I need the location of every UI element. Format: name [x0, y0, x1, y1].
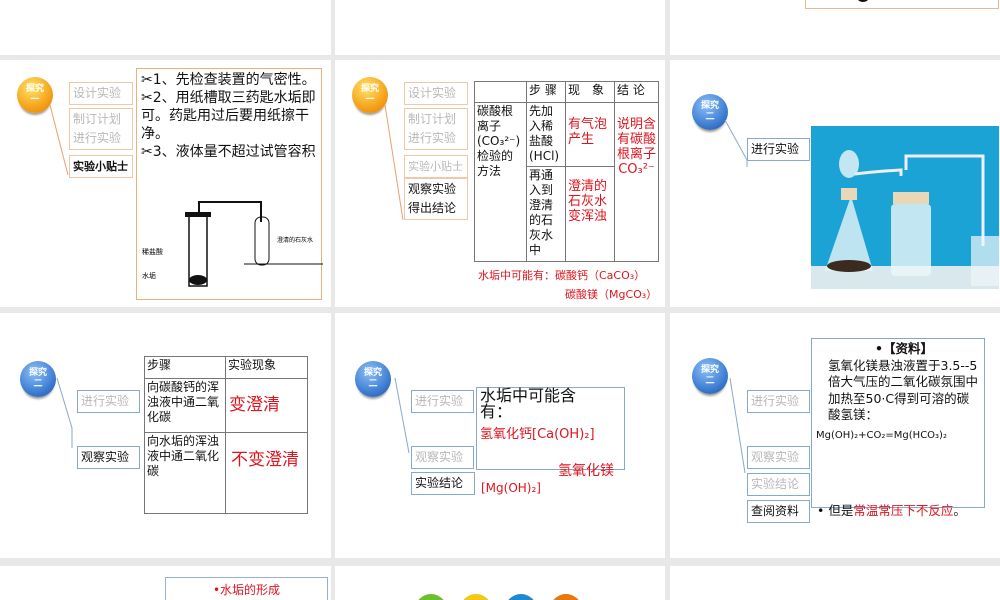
- nav-plan[interactable]: 制订计划 进行实验: [404, 108, 468, 150]
- blue-circle-icon: [505, 594, 537, 600]
- research-body: 氢氧化镁悬浊液置于3.5--5倍大气压的二氧化碳氛围中加热至50·C得到可溶的碳…: [828, 357, 979, 423]
- nav-research[interactable]: 查阅资料: [747, 500, 810, 523]
- conclusion-item-1: 氢氧化钙[Ca(OH)₂]: [480, 427, 595, 442]
- nav-conclude-label: 得出结论: [408, 201, 457, 215]
- conclusion-box: 水垢中可能含有： 氢氧化钙[Ca(OH)₂]: [476, 387, 625, 470]
- badge-num: 二: [368, 379, 378, 389]
- slide-thumb-observe[interactable]: 探究二 进行实验 观察实验 步骤 实验现象 向碳酸钙的浑浊液中通二氧化碳 变澄清 向…: [0, 313, 331, 558]
- conclusion-title: 水垢中可能含有：: [480, 386, 577, 421]
- nav-tips[interactable]: 实验小贴士: [69, 155, 133, 178]
- badge-text: 探究: [25, 84, 44, 94]
- slide-thumb-photo[interactable]: 探究二 进行实验: [670, 60, 1000, 307]
- nav-observe[interactable]: 观察实验: [77, 446, 140, 469]
- nav-plan-label: 制订计划: [408, 112, 457, 126]
- slide-thumb-1[interactable]: [0, 0, 331, 55]
- nav-plan-label: 制订计划: [73, 112, 122, 126]
- carbonate-table: 步 骤现 象结 论 碳酸根离子(CO₃²⁻)检验的方法 先加入稀盐酸(HCl) 有气…: [474, 81, 659, 262]
- table-cell: 不变澄清: [225, 432, 308, 514]
- nav-conduct-label: 进行实验: [73, 131, 122, 145]
- conclusion-cell: 说明含有碳酸根离子CO₃²⁻: [614, 102, 659, 262]
- step-cell: 先加入稀盐酸(HCl): [526, 102, 566, 167]
- observe-table: 步骤 实验现象 向碳酸钙的浑浊液中通二氧化碳 变澄清 向水垢的浑浊液中通二氧化碳 不变…: [144, 356, 308, 514]
- nav-observe[interactable]: 观察实验: [411, 446, 474, 469]
- observation-cell: 澄清的石灰水变浑浊: [565, 166, 615, 262]
- badge-text: 探究: [360, 84, 379, 94]
- nav-observe[interactable]: 观察实验: [747, 446, 810, 469]
- conclusion-item-2: 氢氧化镁: [558, 463, 614, 479]
- research-equation: Mg(OH)₂+CO₂=Mg(HCO₃)₂: [816, 429, 947, 441]
- tip-2: ✂2、用纸槽取三药匙水垢即可。药匙用过后要用纸擦干净。: [141, 90, 316, 142]
- label-limewater: 澄清的石灰水: [277, 236, 313, 244]
- badge-text: 探究: [700, 101, 719, 111]
- label-scale: 水垢: [142, 271, 156, 280]
- slide-thumb-tips[interactable]: 探究一 设计实验 制订计划进行实验 实验小贴士 ✂1、先检查装置的气密性。 ✂2…: [0, 60, 331, 307]
- note-highlight: 常温常压下不反应: [853, 503, 954, 518]
- note-end: 。: [953, 503, 966, 518]
- green-circle-icon: [415, 594, 447, 600]
- nav-tips[interactable]: 实验小贴士: [404, 155, 468, 178]
- yellow-circle-icon: [460, 594, 492, 600]
- research-note: • 但是常温常压下不反应。: [817, 503, 966, 518]
- table-header: 结 论: [614, 81, 659, 103]
- table-header: 步 骤: [526, 81, 566, 103]
- nav-conduct[interactable]: 进行实验: [411, 390, 474, 413]
- nav-observe-label: 观察实验: [408, 182, 457, 196]
- nav-design[interactable]: 设计实验: [404, 82, 468, 105]
- tip-3: ✂3、液体量不超过试管容积: [141, 144, 316, 160]
- table-header: 现 象: [565, 81, 615, 103]
- content-box: [805, 0, 999, 9]
- table-cell: 向水垢的浑浊液中通二氧化碳: [144, 432, 226, 514]
- apparatus-diagram: 稀盐酸 水垢 澄清的石灰水: [142, 201, 323, 287]
- tip-1: ✂1、先检查装置的气密性。: [141, 72, 316, 88]
- note-line-1: 水垢中可能有：碳酸钙（CaCO₃）: [478, 269, 646, 282]
- slide-thumb-blank[interactable]: [670, 566, 1000, 600]
- label-acid: 稀盐酸: [142, 247, 163, 256]
- nav-conduct-label: 进行实验: [408, 131, 457, 145]
- slide-thumb-carbonate[interactable]: 探究一 设计实验 制订计划进行实验 实验小贴士 观察实验得出结论 步 骤现 象结…: [335, 60, 665, 307]
- slide-thumb-3[interactable]: [670, 0, 1000, 55]
- badge-num: 一: [30, 95, 40, 105]
- note-line-2: 碳酸镁（MgCO₃）: [565, 288, 658, 301]
- formation-box: •水垢的形成: [165, 577, 328, 600]
- table-header: [474, 81, 527, 103]
- badge-text: 探究: [363, 368, 382, 378]
- nav-plan[interactable]: 制订计划 进行实验: [69, 108, 133, 150]
- nav-conclusion[interactable]: 实验结论: [411, 472, 475, 495]
- step-cell: 再通入到澄清的石灰水中: [526, 166, 566, 262]
- orange-circle-icon: [550, 594, 582, 600]
- experiment-photo: [811, 126, 999, 289]
- slide-thumb-research[interactable]: 探究二 进行实验 观察实验 实验结论 查阅资料 •【资料】 氢氧化镁悬浊液置于3…: [670, 313, 1000, 558]
- slide-thumb-formation[interactable]: •水垢的形成: [0, 566, 331, 600]
- badge-num: 一: [365, 95, 375, 105]
- connector-line: [729, 377, 746, 474]
- nav-conclusion[interactable]: 实验结论: [747, 473, 810, 496]
- table-header: 步骤: [144, 356, 226, 379]
- table-header: 实验现象: [225, 356, 308, 379]
- formation-title: •水垢的形成: [212, 583, 281, 597]
- nav-conduct[interactable]: 进行实验: [77, 390, 140, 413]
- research-box: •【资料】 氢氧化镁悬浊液置于3.5--5倍大气压的二氧化碳氛围中加热至50·C…: [811, 338, 985, 508]
- tips-box: ✂1、先检查装置的气密性。 ✂2、用纸槽取三药匙水垢即可。药匙用过后要用纸擦干净…: [136, 68, 323, 300]
- research-title: •【资料】: [875, 341, 933, 356]
- connector-line: [56, 377, 73, 448]
- table-cell: 变澄清: [225, 378, 308, 433]
- slide-thumb-conclusion[interactable]: 探究二 进行实验 观察实验 实验结论 水垢中可能含有： 氢氧化钙[Ca(OH)₂…: [335, 313, 665, 558]
- nav-conduct[interactable]: 进行实验: [747, 138, 810, 161]
- conclusion-item-2-formula: [Mg(OH)₂]: [481, 481, 541, 495]
- observation-cell: 有气泡产生: [565, 102, 615, 167]
- nav-conduct[interactable]: 进行实验: [747, 390, 810, 413]
- badge-text: 探究: [28, 368, 47, 378]
- slide-thumb-2[interactable]: [335, 0, 665, 55]
- badge-text: 探究: [700, 365, 719, 375]
- nav-design[interactable]: 设计实验: [69, 82, 133, 105]
- table-cell: 向碳酸钙的浑浊液中通二氧化碳: [144, 378, 226, 433]
- nav-observe[interactable]: 观察实验 得出结论: [404, 178, 468, 220]
- badge-num: 二: [705, 112, 715, 122]
- method-cell: 碳酸根离子(CO₃²⁻)检验的方法: [474, 102, 527, 262]
- note-text: 但是: [828, 503, 854, 518]
- badge-num: 二: [705, 376, 715, 386]
- slide-thumb-circles[interactable]: [335, 566, 665, 600]
- badge-num: 二: [33, 379, 43, 389]
